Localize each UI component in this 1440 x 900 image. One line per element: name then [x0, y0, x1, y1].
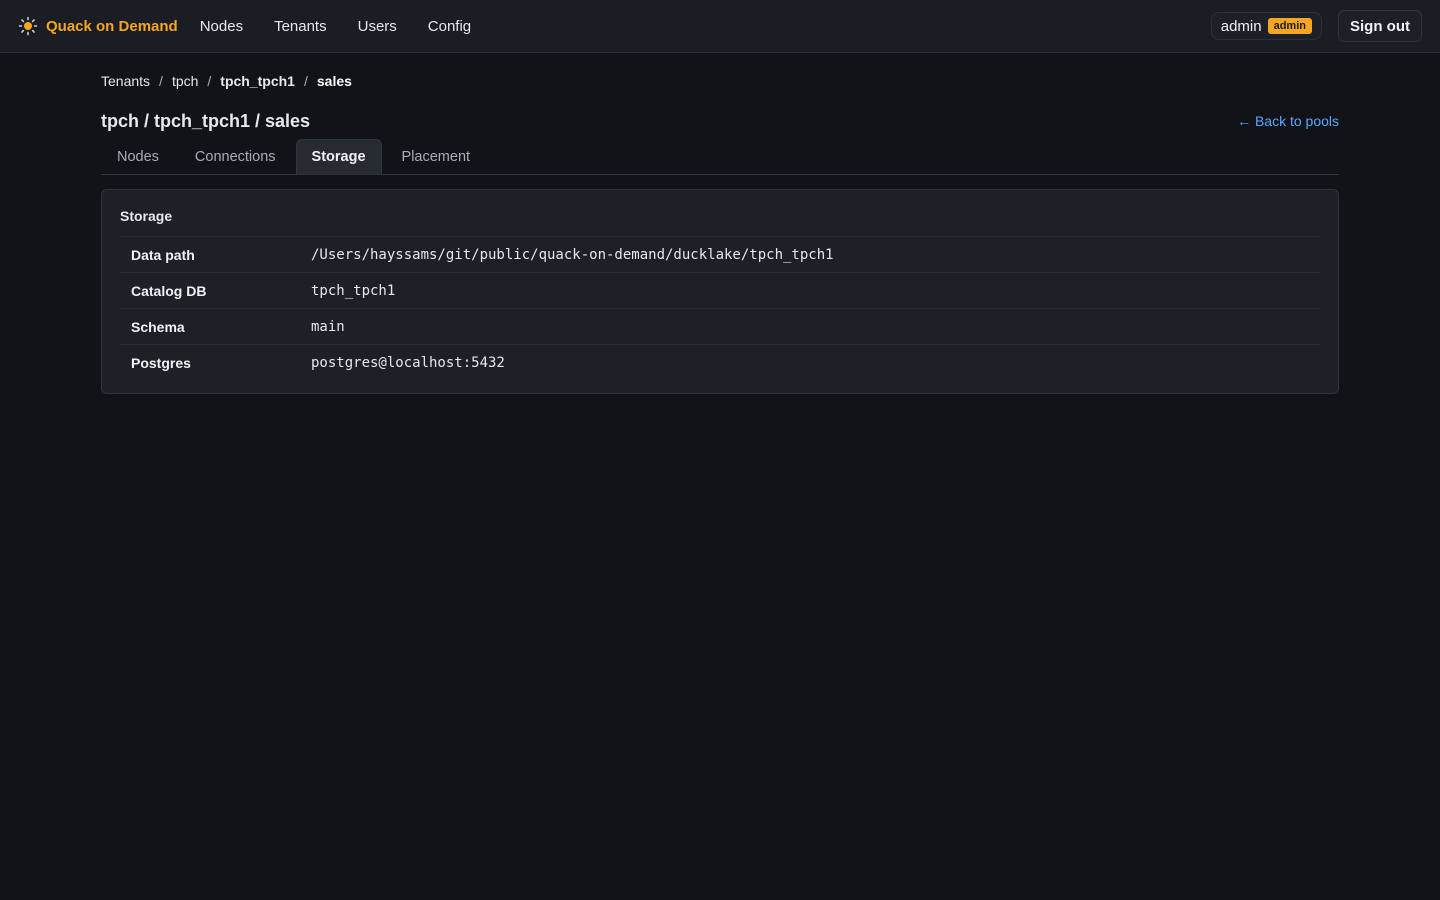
sign-out-button[interactable]: Sign out	[1338, 10, 1422, 42]
back-to-pools-link[interactable]: ← Back to pools	[1237, 113, 1339, 129]
breadcrumb-separator: /	[207, 73, 212, 89]
main-content: Tenants / tpch / tpch_tpch1 / sales tpch…	[101, 53, 1339, 394]
schema-label: Schema	[131, 318, 185, 335]
breadcrumb: Tenants / tpch / tpch_tpch1 / sales	[101, 53, 1339, 109]
table-row: Postgres postgres@localhost:5432	[120, 344, 1320, 381]
nav-link-nodes[interactable]: Nodes	[200, 18, 243, 35]
postgres-label: Postgres	[131, 354, 191, 371]
title-row: tpch / tpch_tpch1 / sales ← Back to pool…	[101, 109, 1339, 133]
tab-nodes[interactable]: Nodes	[101, 139, 175, 174]
user-chip[interactable]: admin admin	[1210, 12, 1322, 40]
data-path-label: Data path	[131, 246, 195, 263]
tab-bar: Nodes Connections Storage Placement	[101, 139, 1339, 175]
page-title: tpch / tpch_tpch1 / sales	[101, 110, 311, 131]
topbar-right: admin admin Sign out	[1210, 10, 1422, 42]
top-nav-bar: Quack on Demand Nodes Tenants Users Conf…	[0, 0, 1440, 53]
table-row: Catalog DB tpch_tpch1	[120, 272, 1320, 309]
breadcrumb-tenants[interactable]: Tenants	[101, 73, 150, 89]
tab-storage[interactable]: Storage	[295, 139, 382, 174]
breadcrumb-catalog[interactable]: tpch_tpch1	[220, 73, 295, 89]
catalog-db-label: Catalog DB	[131, 282, 207, 299]
nav-link-users[interactable]: Users	[358, 18, 397, 35]
data-path-value: /Users/hayssams/git/public/quack-on-dema…	[311, 246, 834, 263]
nav-link-config[interactable]: Config	[428, 18, 471, 35]
breadcrumb-current: sales	[316, 73, 352, 89]
postgres-value: postgres@localhost:5432	[311, 354, 505, 371]
storage-table: Data path /Users/hayssams/git/public/qua…	[120, 236, 1320, 381]
table-row: Schema main	[120, 308, 1320, 345]
sun-icon	[18, 16, 38, 36]
schema-value: main	[311, 318, 345, 335]
storage-card: Storage Data path /Users/hayssams/git/pu…	[101, 189, 1339, 394]
role-badge: admin	[1267, 18, 1312, 34]
nav-link-tenants[interactable]: Tenants	[274, 18, 327, 35]
brand-link[interactable]: Quack on Demand	[18, 16, 178, 36]
user-name: admin	[1220, 17, 1262, 35]
storage-card-title: Storage	[120, 208, 173, 224]
breadcrumb-separator: /	[159, 73, 163, 89]
catalog-db-value: tpch_tpch1	[311, 282, 396, 299]
table-row: Data path /Users/hayssams/git/public/qua…	[120, 236, 1320, 273]
tab-placement[interactable]: Placement	[386, 139, 487, 174]
tab-connections[interactable]: Connections	[179, 139, 292, 174]
breadcrumb-separator: /	[303, 73, 308, 89]
brand-name: Quack on Demand	[46, 17, 178, 35]
breadcrumb-tenant[interactable]: tpch	[172, 73, 198, 89]
